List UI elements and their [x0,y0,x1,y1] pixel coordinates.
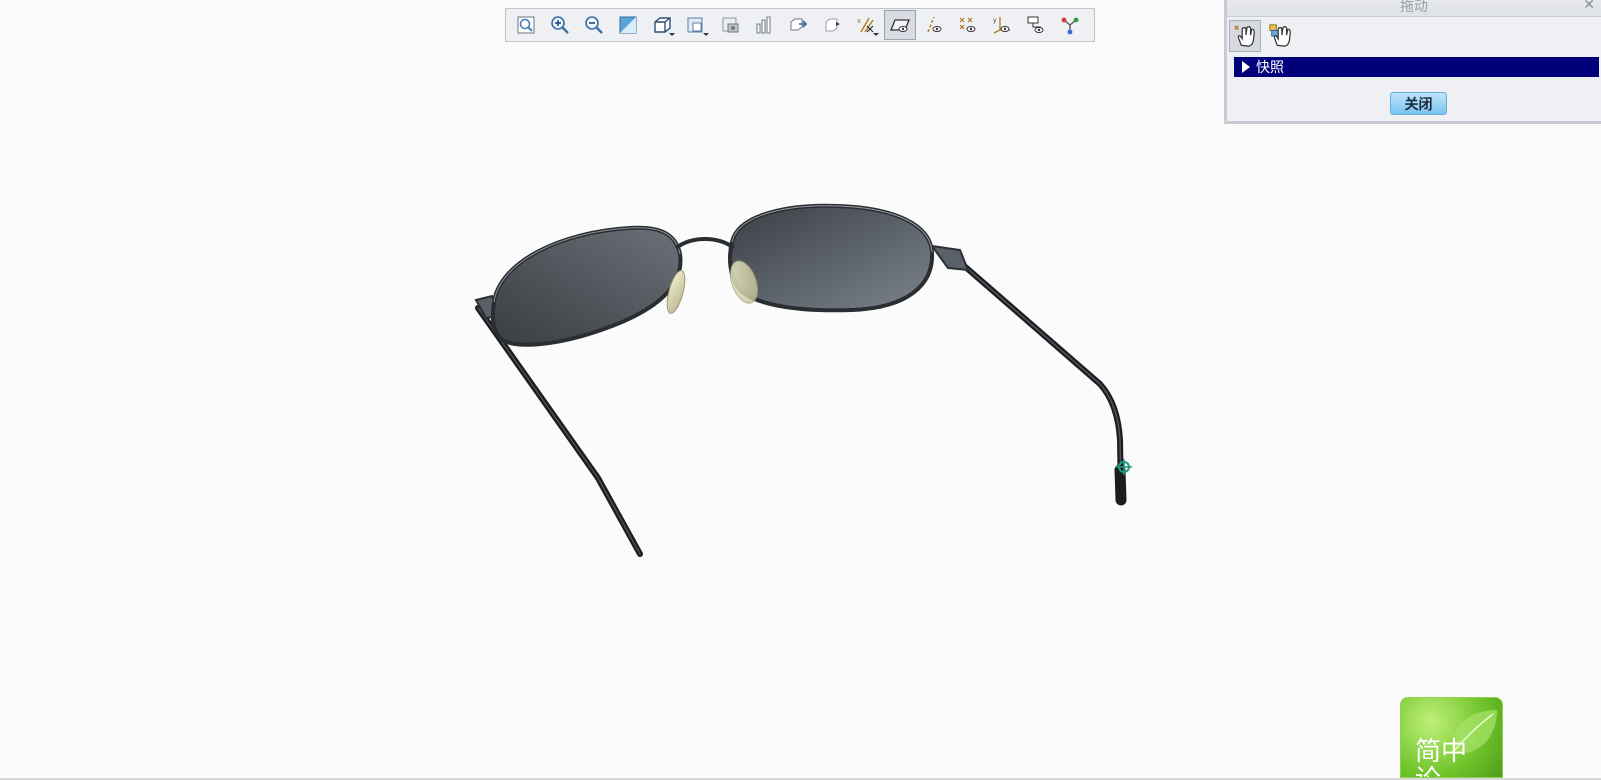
spin-center-icon [825,18,840,32]
layers-icon [722,17,739,33]
axis-display-icon [927,16,942,33]
expand-arrow-icon[interactable] [1242,61,1250,73]
svg-text:y: y [993,17,997,24]
close-button[interactable]: 关闭 [1390,92,1447,115]
point-display-button[interactable] [952,10,984,40]
snapshot-section-row[interactable]: 快照 [1234,57,1599,77]
axis-display-button[interactable] [918,10,950,40]
point-drag-button[interactable] [1229,20,1261,52]
point-display-icon [959,17,976,32]
datum-display-button[interactable]: x [850,10,882,40]
repaint-button[interactable] [612,10,644,40]
svg-text:x: x [857,17,861,25]
bridge [674,237,736,250]
zoom-out-button[interactable] [578,10,610,40]
point-drag-hand-icon [1234,25,1255,47]
zoom-out-icon [585,16,603,34]
plane-display-icon [890,19,910,32]
left-temple-arm[interactable] [475,305,643,557]
right-temple-arm[interactable] [959,261,1127,506]
model-viewport[interactable]: x y 拖动 ✕ 快照 关闭 简中 [0,0,1601,778]
csys-display-icon: y [993,17,1010,34]
saved-views-button[interactable] [680,10,712,40]
left-lens[interactable] [490,225,683,347]
plane-display-button[interactable] [884,10,916,40]
connect-icon [1061,17,1079,35]
csys-display-button[interactable]: y [986,10,1018,40]
annotation-display-icon [1027,16,1044,33]
display-style-button[interactable] [748,10,780,40]
drag-panel-titlebar[interactable]: 拖动 ✕ [1227,0,1601,17]
body-drag-button[interactable] [1265,20,1297,52]
snapshot-label: 快照 [1256,60,1284,76]
refit-button[interactable] [510,10,542,40]
pan-button[interactable] [782,10,814,40]
zoom-in-button[interactable] [544,10,576,40]
refit-icon [517,16,535,34]
badge-text: 简中论 [1415,737,1468,777]
drag-panel: 拖动 ✕ 快照 关闭 [1224,0,1601,124]
drag-panel-title: 拖动 [1400,0,1428,15]
view-toolbar: x y [505,8,1095,42]
right-lens[interactable] [728,203,935,313]
display-style-icon [756,16,771,34]
repaint-icon [619,16,637,34]
layers-button[interactable] [714,10,746,40]
zoom-in-icon [551,16,569,34]
annotation-display-button[interactable] [1020,10,1052,40]
connect-button[interactable] [1054,10,1086,40]
drag-tools [1227,17,1601,55]
corner-badge[interactable]: 简中论 [1400,697,1503,778]
body-drag-hand-icon [1269,24,1291,47]
spin-center-button[interactable] [816,10,848,40]
close-icon[interactable]: ✕ [1583,0,1595,13]
pan-icon [790,18,808,31]
reorient-button[interactable] [646,10,678,40]
